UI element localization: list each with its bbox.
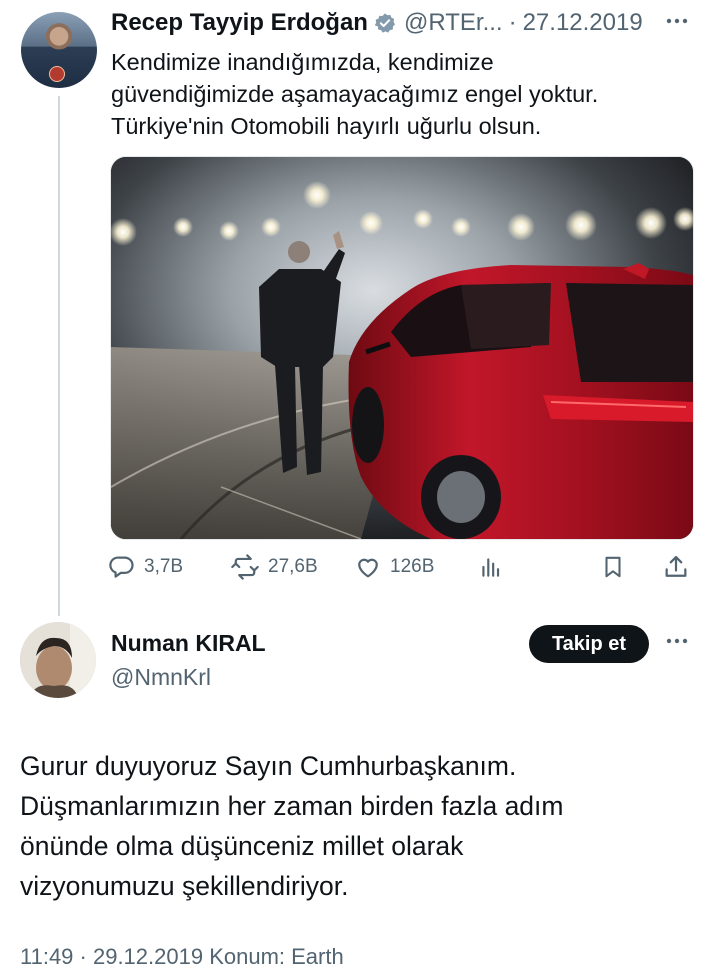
more-icon[interactable] xyxy=(664,10,694,34)
avatar-patch xyxy=(49,66,65,82)
views-button[interactable] xyxy=(478,550,512,584)
tweet-date[interactable]: 27.12.2019 xyxy=(523,9,643,37)
share-button[interactable] xyxy=(662,550,698,584)
tweet-actions: 3,7B 27,6B 126B xyxy=(108,550,698,584)
like-count: 126B xyxy=(390,556,435,577)
bookmark-icon xyxy=(605,556,621,578)
tweet-header: Recep Tayyip Erdoğan @RTEr... · 27.12.20… xyxy=(111,8,643,38)
reply-text: Gurur duyuyoruz Sayın Cumhurbaşkanım. Dü… xyxy=(20,746,700,906)
reply-avatar-face xyxy=(20,622,96,698)
tweet-photo[interactable] xyxy=(110,156,694,540)
repost-icon xyxy=(231,554,259,580)
reply-text-line: Düşmanlarımızın her zaman birden fazla a… xyxy=(20,791,564,821)
reply-author-avatar[interactable] xyxy=(20,622,96,698)
tweet-text-line: Kendimize inandığımızda, kendimize xyxy=(111,49,494,75)
more-icon[interactable] xyxy=(664,630,694,654)
reply-author-name[interactable]: Numan KIRAL xyxy=(111,630,266,657)
author-avatar[interactable] xyxy=(21,12,97,88)
tweet-text-line: Türkiye'nin Otomobili hayırlı uğurlu ols… xyxy=(111,113,542,139)
separator-dot: · xyxy=(508,9,517,36)
share-icon xyxy=(665,555,687,577)
repost-count: 27,6B xyxy=(268,556,318,577)
reply-count: 3,7B xyxy=(144,556,184,577)
tweet-text: Kendimize inandığımızda, kendimize güven… xyxy=(111,46,701,142)
reply-meta[interactable]: 11:49 · 29.12.2019 Konum: Earth xyxy=(20,944,344,970)
reply-text-line: önünde olma düşünceniz millet olarak xyxy=(20,831,464,861)
like-icon xyxy=(358,558,378,578)
views-icon xyxy=(482,558,500,577)
reply-button[interactable]: 3,7B xyxy=(108,550,183,584)
bookmark-button[interactable] xyxy=(600,550,634,584)
reply-text-line: Gurur duyuyoruz Sayın Cumhurbaşkanım. xyxy=(20,751,517,781)
author-handle[interactable]: @RTEr... xyxy=(404,9,503,37)
reply-author-handle[interactable]: @NmnKrl xyxy=(111,664,211,691)
reply-text-line: vizyonumuzu şekillendiriyor. xyxy=(20,871,349,901)
repost-button[interactable]: 27,6B xyxy=(230,550,318,584)
thread-line xyxy=(58,96,60,616)
like-button[interactable]: 126B xyxy=(354,550,434,584)
follow-button[interactable]: Takip et xyxy=(529,625,649,663)
tweet-text-line: güvendiğimizde aşamayacağımız engel yokt… xyxy=(111,81,599,107)
photo-illustration xyxy=(111,157,693,539)
author-name[interactable]: Recep Tayyip Erdoğan xyxy=(111,9,368,37)
reply-icon xyxy=(109,556,134,578)
verified-badge-icon xyxy=(374,12,396,34)
